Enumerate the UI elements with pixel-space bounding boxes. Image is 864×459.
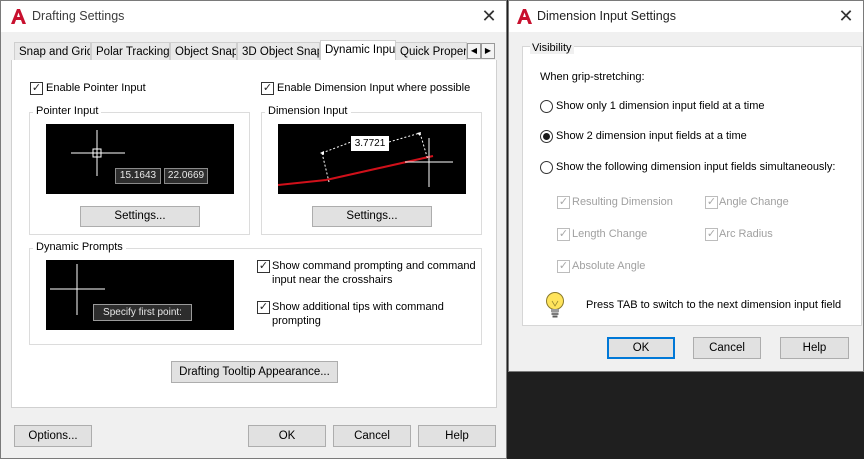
radio-show-two-fields-label: Show 2 dimension input fields at a time <box>556 130 747 142</box>
cancel-button[interactable]: Cancel <box>333 425 411 447</box>
tab-3d-object-snap[interactable]: 3D Object Snap <box>237 42 320 61</box>
close-icon[interactable]: ✕ <box>829 1 863 32</box>
show-additional-tips-checkbox[interactable]: ✓ <box>257 301 270 314</box>
radio-show-one-field[interactable] <box>540 100 553 113</box>
radio-show-following-fields[interactable] <box>540 161 553 174</box>
visibility-legend: Visibility <box>530 42 574 54</box>
angle-change-label: Angle Change <box>719 196 789 208</box>
dimension-settings-button[interactable]: Settings... <box>312 206 432 227</box>
enable-pointer-input-label: Enable Pointer Input <box>46 82 146 94</box>
close-icon[interactable]: ✕ <box>472 1 506 32</box>
window-title: Dimension Input Settings <box>537 9 676 23</box>
dimension-input-settings-dialog: Dimension Input Settings ✕ Visibility Wh… <box>508 0 864 372</box>
show-command-prompting-checkbox[interactable]: ✓ <box>257 260 270 273</box>
tab-tip-text: Press TAB to switch to the next dimensio… <box>586 299 842 311</box>
lightbulb-icon <box>546 292 564 318</box>
dimension-input-legend: Dimension Input <box>265 105 351 117</box>
dynamic-prompts-legend: Dynamic Prompts <box>33 241 126 253</box>
arc-radius-label: Arc Radius <box>719 228 773 240</box>
enable-dimension-input-label: Enable Dimension Input where possible <box>277 82 471 94</box>
tab-dynamic-input[interactable]: Dynamic Input <box>320 40 396 61</box>
enable-pointer-input-checkbox[interactable]: ✓ <box>30 82 43 95</box>
autocad-logo-icon <box>11 9 26 24</box>
resulting-dimension-label: Resulting Dimension <box>572 196 673 208</box>
tab-scroll-right-icon[interactable]: ▶ <box>481 43 495 59</box>
tab-quick-properties[interactable]: Quick Propert <box>395 42 467 61</box>
cancel-button[interactable]: Cancel <box>693 337 761 359</box>
window-title: Drafting Settings <box>32 9 125 23</box>
angle-change-checkbox[interactable]: ✓ <box>705 196 718 209</box>
tab-object-snap[interactable]: Object Snap <box>170 42 237 61</box>
prompt-tooltip: Specify first point: <box>93 304 192 321</box>
absolute-angle-checkbox[interactable]: ✓ <box>557 260 570 273</box>
show-command-prompting-label: Show command prompting and command input… <box>272 260 476 286</box>
dynamic-prompts-preview: Specify first point: <box>46 260 234 330</box>
radio-show-one-field-label: Show only 1 dimension input field at a t… <box>556 100 765 112</box>
length-change-label: Length Change <box>572 228 648 240</box>
visibility-group <box>522 46 862 326</box>
pointer-input-preview: 15.1643 22.0669 <box>46 124 234 194</box>
autocad-logo-icon <box>517 9 532 24</box>
tab-snap-and-grid[interactable]: Snap and Grid <box>14 42 91 61</box>
arc-radius-checkbox[interactable]: ✓ <box>705 228 718 241</box>
pointer-coord-x: 15.1643 <box>115 168 161 184</box>
tab-scroll-left-icon[interactable]: ◀ <box>467 43 481 59</box>
resulting-dimension-checkbox[interactable]: ✓ <box>557 196 570 209</box>
pointer-input-legend: Pointer Input <box>33 105 102 117</box>
pointer-settings-button[interactable]: Settings... <box>80 206 200 227</box>
length-change-checkbox[interactable]: ✓ <box>557 228 570 241</box>
radio-show-following-fields-label: Show the following dimension input field… <box>556 161 836 173</box>
title-bar[interactable]: Drafting Settings ✕ <box>1 1 506 32</box>
title-bar[interactable]: Dimension Input Settings ✕ <box>509 1 863 32</box>
drafting-tooltip-appearance-button[interactable]: Drafting Tooltip Appearance... <box>171 361 338 383</box>
options-button[interactable]: Options... <box>14 425 92 447</box>
tab-polar-tracking[interactable]: Polar Tracking <box>91 42 170 61</box>
pointer-coord-y: 22.0669 <box>164 168 208 184</box>
radio-show-two-fields[interactable] <box>540 130 553 143</box>
enable-dimension-input-checkbox[interactable]: ✓ <box>261 82 274 95</box>
ok-button[interactable]: OK <box>248 425 326 447</box>
help-button[interactable]: Help <box>780 337 849 359</box>
dimension-value-field: 3.7721 <box>351 136 389 151</box>
help-button[interactable]: Help <box>418 425 496 447</box>
absolute-angle-label: Absolute Angle <box>572 260 646 272</box>
drafting-settings-dialog: Drafting Settings ✕ Snap and Grid Polar … <box>0 0 507 459</box>
when-grip-stretching-label: When grip-stretching: <box>540 71 645 83</box>
show-additional-tips-label: Show additional tips with command prompt… <box>272 301 444 327</box>
ok-button[interactable]: OK <box>607 337 675 359</box>
dimension-input-preview: 3.7721 <box>278 124 466 194</box>
